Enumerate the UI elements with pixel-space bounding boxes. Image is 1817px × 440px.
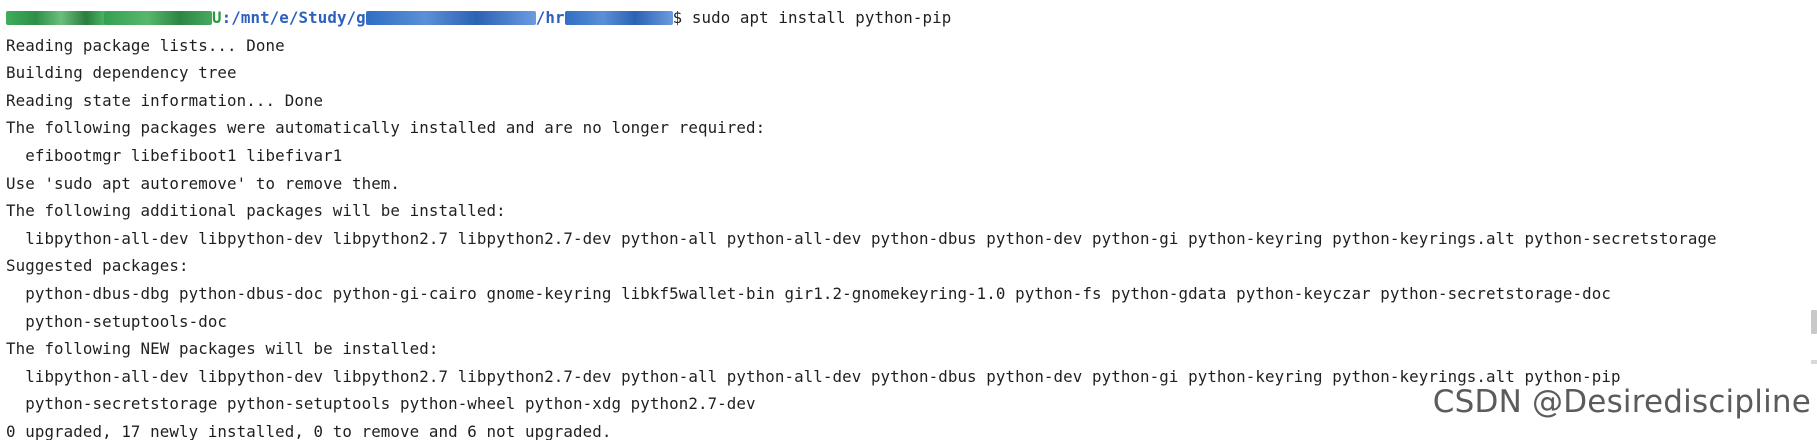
prompt-line: U:/mnt/e/Study/g/hr $ sudo apt install py… xyxy=(6,4,1797,32)
output-line: Suggested packages: xyxy=(6,256,189,276)
prompt-user-suffix: U xyxy=(212,8,222,27)
redacted-path-segment-1 xyxy=(365,10,536,25)
output-line: Reading package lists... Done xyxy=(6,35,285,55)
output-line: Reading state information... Done xyxy=(6,90,324,110)
output-line: The following NEW packages will be insta… xyxy=(6,339,439,359)
output-line: libpython-all-dev libpython-dev libpytho… xyxy=(6,228,1717,248)
output-line: The following packages were automaticall… xyxy=(6,118,766,138)
output-line: python-dbus-dbg python-dbus-doc python-g… xyxy=(6,283,1611,303)
watermark: CSDN @Desirediscipline xyxy=(1432,384,1811,420)
scrollbar-thumb[interactable] xyxy=(1811,310,1817,334)
prompt-dollar: $ xyxy=(672,8,683,27)
prompt-path-mid: /hr xyxy=(535,8,565,27)
output-line: The following additional packages will b… xyxy=(6,201,506,221)
redacted-path-segment-2 xyxy=(564,10,673,25)
prompt-path: :/mnt/e/Study/g xyxy=(221,8,366,27)
terminal-window[interactable]: U:/mnt/e/Study/g/hr $ sudo apt install py… xyxy=(0,0,1817,440)
output-line: Building dependency tree xyxy=(6,63,237,83)
terminal-output: U:/mnt/e/Study/g/hr $ sudo apt install py… xyxy=(6,4,1797,440)
output-line: Use 'sudo apt autoremove' to remove them… xyxy=(6,173,401,193)
command-text: sudo apt install python-pip xyxy=(682,8,952,27)
redacted-username xyxy=(6,10,106,25)
redacted-hostname xyxy=(104,10,212,25)
output-line: python-setuptools-doc xyxy=(6,311,228,331)
scrollbar-marker xyxy=(1811,360,1817,364)
output-line: 0 upgraded, 17 newly installed, 0 to rem… xyxy=(6,421,612,440)
output-line: efibootmgr libefiboot1 libefivar1 xyxy=(6,145,343,165)
